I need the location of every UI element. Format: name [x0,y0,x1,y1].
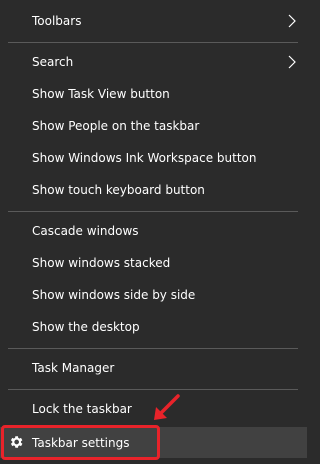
chevron-right-icon [288,14,296,28]
menu-item-cascade-windows[interactable]: Cascade windows [0,216,307,246]
gear-icon [10,436,23,448]
menu-item-label: Show windows side by side [32,288,196,302]
menu-item-show-desktop[interactable]: Show the desktop [0,312,307,342]
menu-item-label: Toolbars [32,14,82,28]
menu-item-show-people[interactable]: Show People on the taskbar [0,111,307,141]
menu-item-lock-taskbar[interactable]: Lock the taskbar [0,394,307,424]
menu-item-show-touch-keyboard[interactable]: Show touch keyboard button [0,175,307,205]
menu-item-toolbars[interactable]: Toolbars [0,6,307,36]
menu-item-label: Search [32,55,74,69]
menu-item-task-manager[interactable]: Task Manager [0,353,307,383]
menu-item-windows-side-by-side[interactable]: Show windows side by side [0,280,307,310]
taskbar-context-menu: Toolbars Search Show Task View button Sh… [0,0,307,464]
menu-item-label: Show Windows Ink Workspace button [32,151,257,165]
menu-item-search[interactable]: Search [0,47,307,77]
menu-item-label: Show Task View button [32,87,170,101]
menu-item-show-ink-workspace[interactable]: Show Windows Ink Workspace button [0,143,307,173]
menu-item-show-task-view[interactable]: Show Task View button [0,79,307,109]
divider [8,348,298,349]
menu-item-label: Lock the taskbar [32,402,132,416]
divider [8,211,298,212]
divider [8,42,298,43]
menu-item-label: Task Manager [32,361,115,375]
menu-item-label: Show the desktop [32,320,140,334]
menu-item-taskbar-settings[interactable]: Taskbar settings [0,427,307,458]
menu-item-label: Cascade windows [32,224,139,238]
menu-item-label: Show People on the taskbar [32,119,200,133]
menu-item-label: Taskbar settings [32,435,130,450]
chevron-right-icon [288,55,296,69]
menu-item-windows-stacked[interactable]: Show windows stacked [0,248,307,278]
menu-item-label: Show touch keyboard button [32,183,205,197]
divider [8,389,298,390]
menu-item-label: Show windows stacked [32,256,171,270]
